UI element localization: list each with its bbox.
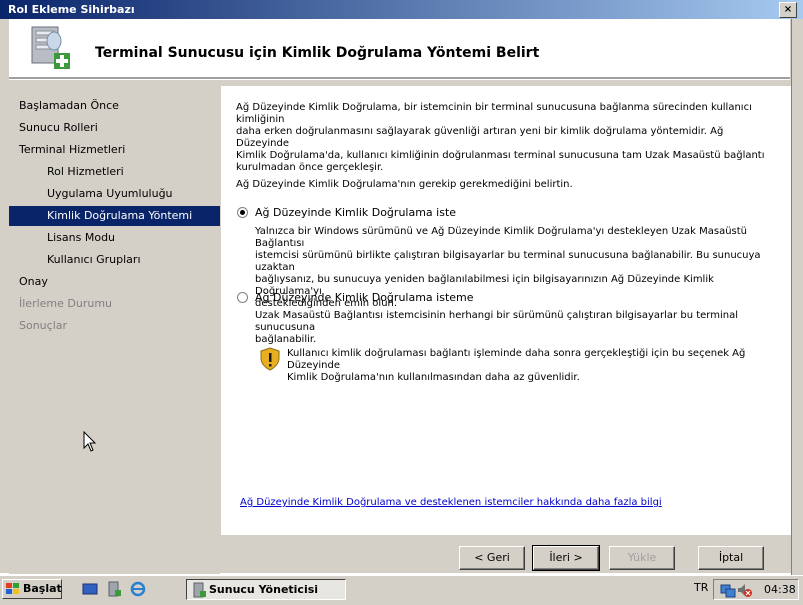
nav-item-progress: İlerleme Durumu bbox=[19, 297, 113, 310]
taskbar-server-manager[interactable]: Sunucu Yöneticisi bbox=[186, 579, 346, 600]
server-manager-icon bbox=[193, 582, 206, 598]
nav-item-auth-method[interactable]: Kimlik Doğrulama Yöntemi bbox=[9, 206, 220, 226]
nav-item-server-roles[interactable]: Sunucu Rolleri bbox=[9, 118, 220, 138]
right-edge bbox=[791, 19, 803, 575]
nav-item-terminal-services[interactable]: Terminal Hizmetleri bbox=[9, 140, 220, 160]
system-tray: 04:38 bbox=[713, 579, 799, 600]
nav-item-licensing-mode[interactable]: Lisans Modu bbox=[9, 228, 220, 248]
start-button[interactable]: Başlat bbox=[2, 579, 62, 599]
no-nla-radio[interactable] bbox=[237, 292, 248, 303]
nav-item-results: Sonuçlar bbox=[19, 319, 68, 332]
windows-logo-icon bbox=[6, 583, 19, 594]
network-icon[interactable] bbox=[720, 582, 736, 598]
nav-item-confirmation[interactable]: Onay bbox=[9, 272, 220, 292]
intro-text: Ağ Düzeyinde Kimlik Doğrulama, bir istem… bbox=[236, 102, 765, 173]
wizard-header: Terminal Sunucusu için Kimlik Doğrulama … bbox=[9, 19, 790, 77]
nav-item-app-compat[interactable]: Uygulama Uyumluluğu bbox=[9, 184, 220, 204]
question-text: Ağ Düzeyinde Kimlik Doğrulama'nın gereki… bbox=[236, 179, 573, 190]
mouse-cursor-icon bbox=[83, 431, 97, 452]
back-button[interactable]: < Geri bbox=[459, 546, 525, 570]
nav-item-before-you-begin[interactable]: Başlamadan Önce bbox=[9, 96, 220, 116]
taskbar: Başlat Sunucu Yöneticisi TR 04:38 bbox=[0, 575, 803, 605]
volume-muted-icon[interactable] bbox=[736, 582, 752, 598]
cancel-button[interactable]: İptal bbox=[698, 546, 764, 570]
nav-item-user-groups[interactable]: Kullanıcı Grupları bbox=[9, 250, 220, 270]
security-warning-text: Kullanıcı kimlik doğrulaması bağlantı iş… bbox=[287, 348, 746, 383]
install-button: Yükle bbox=[609, 546, 675, 570]
more-info-link[interactable]: Ağ Düzeyinde Kimlik Doğrulama ve destekl… bbox=[240, 497, 662, 508]
content-panel: Ağ Düzeyinde Kimlik Doğrulama, bir istem… bbox=[221, 86, 792, 535]
start-label: Başlat bbox=[23, 582, 62, 595]
title-bar[interactable]: Rol Ekleme Sihirbazı × bbox=[0, 0, 803, 19]
clock: 04:38 bbox=[764, 583, 796, 596]
next-button[interactable]: İleri > bbox=[532, 545, 600, 571]
show-desktop-icon[interactable] bbox=[82, 582, 98, 596]
server-manager-quicklaunch-icon[interactable] bbox=[106, 581, 122, 597]
require-nla-label[interactable]: Ağ Düzeyinde Kimlik Doğrulama iste bbox=[255, 206, 456, 219]
security-shield-icon bbox=[260, 347, 280, 371]
internet-explorer-icon[interactable] bbox=[130, 581, 146, 597]
nav-item-role-services[interactable]: Rol Hizmetleri bbox=[9, 162, 220, 182]
language-indicator[interactable]: TR bbox=[694, 581, 708, 594]
server-add-icon bbox=[31, 26, 70, 69]
no-nla-label[interactable]: Ağ Düzeyinde Kimlik Doğrulama isteme bbox=[255, 291, 474, 304]
no-nla-description: Uzak Masaüstü Bağlantısı istemcisinin he… bbox=[255, 310, 738, 345]
window-title: Rol Ekleme Sihirbazı bbox=[8, 3, 135, 16]
close-button[interactable]: × bbox=[779, 2, 797, 18]
require-nla-radio[interactable] bbox=[237, 207, 248, 218]
taskbar-task-label: Sunucu Yöneticisi bbox=[209, 583, 319, 596]
page-title: Terminal Sunucusu için Kimlik Doğrulama … bbox=[95, 45, 540, 61]
wizard-nav: Başlamadan Önce Sunucu Rolleri Terminal … bbox=[9, 86, 220, 574]
header-divider bbox=[9, 77, 790, 80]
